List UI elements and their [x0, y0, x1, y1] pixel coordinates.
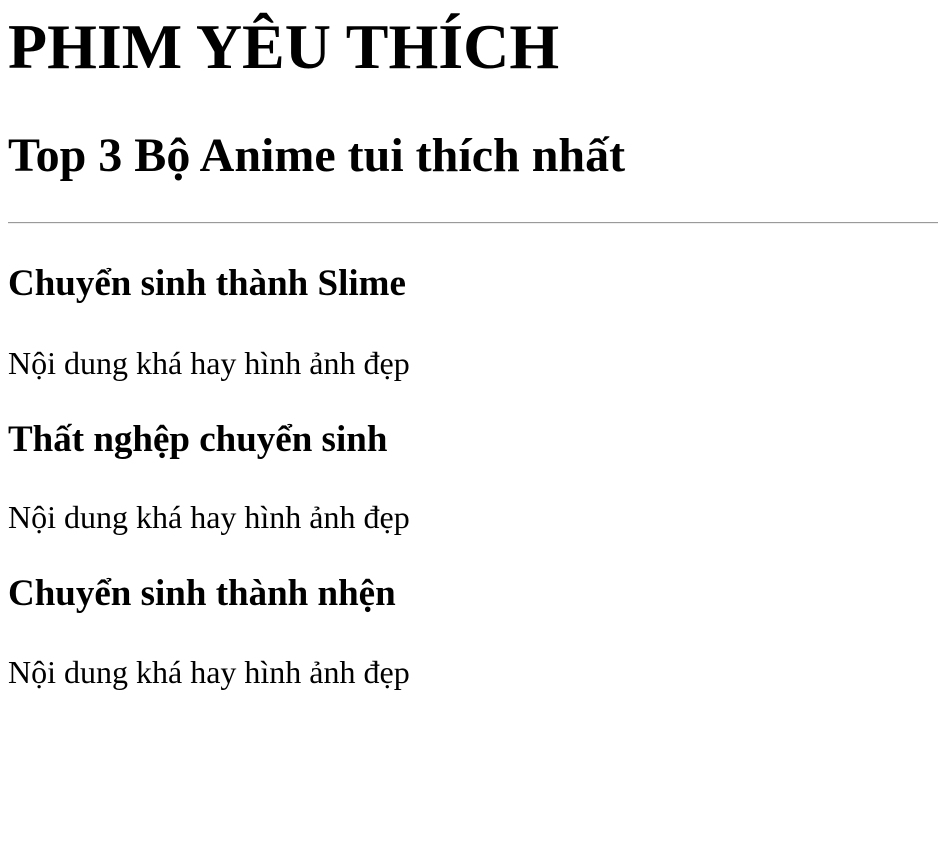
anime-title-1: Chuyển sinh thành Slime [8, 263, 406, 304]
anime-description-2: Nội dung khá hay hình ảnh đẹp [8, 499, 410, 535]
anime-description-3: Nội dung khá hay hình ảnh đẹp [8, 654, 410, 690]
anime-description-1: Nội dung khá hay hình ảnh đẹp [8, 345, 410, 381]
page-content: PHIM YÊU THÍCH Top 3 Bộ Anime tui thích … [0, 0, 940, 850]
page-title: PHIM YÊU THÍCH [8, 11, 560, 82]
divider [8, 222, 938, 224]
page-subtitle: Top 3 Bộ Anime tui thích nhất [8, 129, 626, 182]
anime-title-3: Chuyển sinh thành nhện [8, 573, 396, 614]
anime-title-2: Thất nghệp chuyển sinh [8, 419, 388, 460]
